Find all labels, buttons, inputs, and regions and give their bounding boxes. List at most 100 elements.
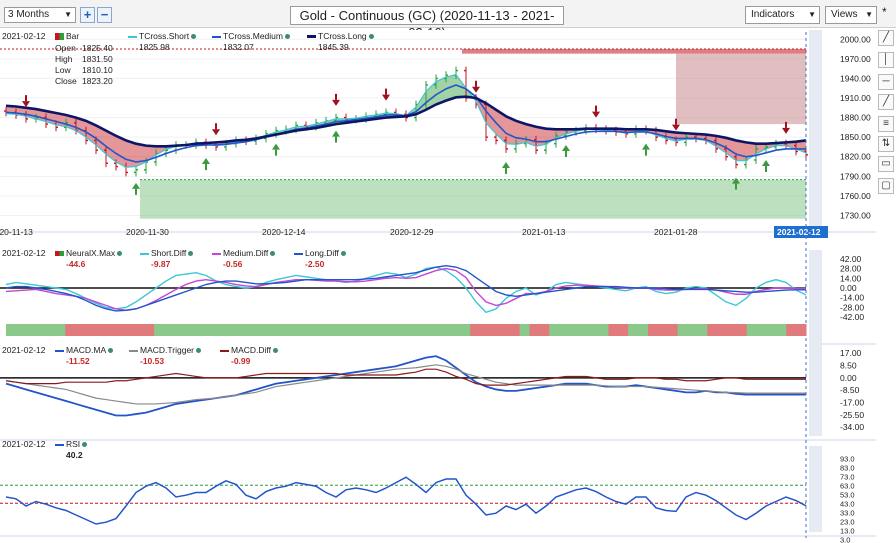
settings-dot-icon[interactable] <box>368 34 374 40</box>
neuralx-regime-bar <box>667 324 679 336</box>
price-y-tick-label: 1880.00 <box>840 113 871 123</box>
vertical-line-tool-icon[interactable]: │ <box>878 52 894 68</box>
macd-trigger-legend-label: MACD.Trigger <box>140 345 194 355</box>
rsi-swatch-icon <box>55 443 64 446</box>
horizontal-line-tool-icon[interactable]: ─ <box>878 74 894 90</box>
trend-line-tool-icon[interactable]: ╱ <box>878 30 894 46</box>
neuralx-regime-bar <box>588 324 600 336</box>
price-y-tick-label: 1970.00 <box>840 54 871 64</box>
neuralx-regime-bar <box>65 324 76 336</box>
neuralx-regime-bar <box>331 324 343 336</box>
settings-dot-icon[interactable] <box>117 251 123 257</box>
rsi-legend: RSI <box>55 439 88 450</box>
x-tick-label: 2021-01-28 <box>654 227 698 237</box>
medium-swatch-icon <box>212 35 221 38</box>
neural-y-tick-label: -28.00 <box>840 302 864 312</box>
bar-swatch-icon <box>55 33 64 41</box>
neuralx-regime-bar <box>578 324 590 336</box>
neuralx-regime-bar <box>94 324 106 336</box>
rsi-y-tick-label: 23.0 <box>840 517 855 526</box>
neuralx-legend-label: NeuralX.Max <box>66 248 116 258</box>
neuralx-regime-bar <box>243 324 254 336</box>
medium-diff-legend-value: -0.56 <box>223 259 243 269</box>
long-legend: TCross.Long <box>307 31 374 42</box>
neuralx-regime-bar <box>440 324 451 336</box>
settings-dot-icon[interactable] <box>284 34 290 40</box>
resistance-zone <box>676 53 806 125</box>
neuralx-regime-bar <box>322 324 333 336</box>
settings-dot-icon[interactable] <box>108 348 114 354</box>
high-value: 1831.50 <box>82 54 113 64</box>
chart-canvas[interactable]: 2000.00 1970.00 1940.00 1910.00 1880.00 1850.… <box>0 28 876 543</box>
macd-ma-legend-value: -11.52 <box>66 356 90 366</box>
neuralx-regime-bar <box>124 324 135 336</box>
macd-diff-swatch-icon <box>220 349 229 352</box>
neuralx-regime-bar <box>164 324 175 336</box>
neuralx-regime-bar <box>312 324 323 336</box>
close-label: Close <box>55 76 77 86</box>
long-diff-legend-value: -2.50 <box>305 259 325 269</box>
neuralx-regime-bar <box>144 324 155 336</box>
macd-y-tick-label: 8.50 <box>840 361 857 371</box>
neuralx-regime-bar <box>25 324 37 336</box>
macd-diff-legend-value: -0.99 <box>231 356 251 366</box>
settings-dot-icon[interactable] <box>191 34 197 40</box>
settings-dot-icon[interactable] <box>273 348 278 354</box>
neuralx-legend: NeuralX.Max <box>55 248 123 259</box>
macd-ma-swatch-icon <box>55 349 64 352</box>
pane-background <box>0 446 822 532</box>
settings-dot-icon[interactable] <box>196 348 201 354</box>
zoom-out-button[interactable]: − <box>97 7 112 23</box>
macd-trigger-swatch-icon <box>129 349 138 352</box>
x-tick-label: 2021-01-13 <box>522 227 566 237</box>
macd-diff-legend-label: MACD.Diff <box>231 345 271 355</box>
neuralx-regime-bar <box>470 324 481 336</box>
macd-legend-date: 2021-02-12 <box>2 345 46 355</box>
macd-ma-legend: MACD.MA <box>55 345 114 356</box>
neuralx-regime-bar <box>213 324 224 336</box>
chart-title[interactable]: Gold - Continuous (GC) (2020-11-13 - 202… <box>290 6 564 40</box>
views-label: Views <box>831 9 858 20</box>
zoom-in-button[interactable]: + <box>80 7 95 23</box>
macd-y-tick-label: -8.50 <box>840 385 860 395</box>
short-legend: TCross.Short <box>128 31 197 42</box>
settings-dot-icon[interactable] <box>82 442 88 448</box>
fibonacci-tool-icon[interactable]: ≡ <box>878 116 894 132</box>
low-label: Low <box>55 65 71 75</box>
note-tool-icon[interactable]: ▢ <box>878 178 894 194</box>
price-y-tick-label: 1820.00 <box>840 152 871 162</box>
short-diff-legend-label: Short.Diff <box>151 248 187 258</box>
cycle-tool-icon[interactable]: ⇅ <box>878 136 894 152</box>
pane-scrollbar <box>809 340 822 436</box>
ray-tool-icon[interactable]: ╱ <box>878 94 894 110</box>
neuralx-regime-bar <box>173 324 185 336</box>
macd-y-tick-label: -17.00 <box>840 397 864 407</box>
settings-dot-icon[interactable] <box>340 251 346 257</box>
neuralx-regime-bar <box>85 324 96 336</box>
star-icon[interactable]: * <box>882 5 887 19</box>
x-tick-label-current: 2021-02-12 <box>777 227 821 237</box>
settings-dot-icon[interactable] <box>270 251 276 257</box>
rsi-y-tick-label: 43.0 <box>840 499 855 508</box>
medium-diff-legend: Medium.Diff <box>212 248 276 259</box>
open-value: 1825.40 <box>82 43 113 53</box>
x-tick-label: 2020-12-29 <box>390 227 434 237</box>
rectangle-tool-icon[interactable]: ▭ <box>878 156 894 172</box>
neuralx-regime-bar <box>736 324 748 336</box>
rsi-y-tick-label: 3.0 <box>840 535 850 543</box>
support-zone <box>140 179 806 219</box>
range-select[interactable]: 3 Months ▼ <box>4 7 76 23</box>
neuralx-regime-bar <box>371 324 382 336</box>
neuralx-regime-bar <box>786 324 797 336</box>
price-y-tick-label: 1940.00 <box>840 73 871 83</box>
neuralx-regime-bar <box>697 324 708 336</box>
views-dropdown[interactable]: Views ▼ <box>825 6 877 24</box>
indicators-label: Indicators <box>751 9 795 20</box>
settings-dot-icon[interactable] <box>188 251 194 257</box>
rsi-y-tick-label: 33.0 <box>840 508 855 517</box>
indicators-dropdown[interactable]: Indicators ▼ <box>745 6 820 24</box>
neuralx-regime-bar <box>687 324 698 336</box>
price-y-tick-label: 1760.00 <box>840 191 871 201</box>
neuralx-swatch-icon <box>55 251 64 257</box>
medium-legend-label: TCross.Medium <box>223 31 283 41</box>
